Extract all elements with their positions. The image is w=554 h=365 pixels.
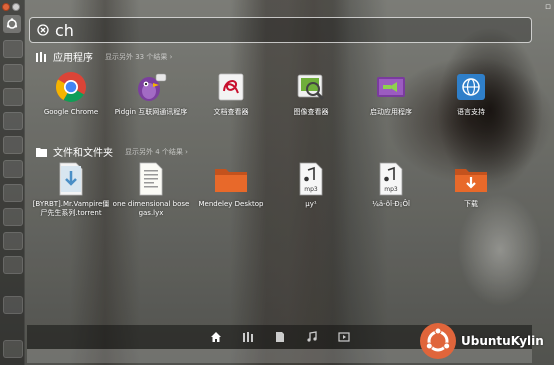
launcher-item[interactable] [3,296,23,314]
launcher-item[interactable] [3,208,23,226]
file-tile-mendeley-folder[interactable]: Mendeley Desktop [191,162,271,218]
file-label: 下载 [464,200,478,208]
launcher-item[interactable] [3,160,23,178]
app-tile-image-viewer[interactable]: 图像查看器 [271,70,351,117]
ubuntukylin-logo-icon [420,323,456,359]
language-support-icon [454,70,488,104]
video-lens-icon[interactable] [336,329,352,345]
files-section-header: 文件和文件夹 显示另外 4 个结果 › [36,144,188,159]
applications-section-title: 应用程序 [53,53,93,64]
app-label: 文档查看器 [213,108,249,116]
home-lens-icon[interactable] [208,329,224,345]
music-lens-icon[interactable] [304,329,320,345]
launcher-item[interactable] [3,136,23,154]
applications-category-icon [36,51,46,62]
window-controls [2,3,20,11]
files-category-icon [36,147,47,157]
trash-launcher-item[interactable] [3,340,23,358]
chrome-icon [54,70,88,104]
app-tile-startup-applications[interactable]: 启动应用程序 [351,70,431,117]
file-label: Mendeley Desktop [198,200,264,208]
file-tile-torrent[interactable]: [BYRBT].Mr.Vampire僵尸先生系列.torrent [31,162,111,218]
app-tile-pidgin[interactable]: Pidgin 互联网通讯程序 [111,70,191,117]
file-tile-downloads-folder[interactable]: 下载 [431,162,511,218]
torrent-file-icon [54,162,88,196]
launcher-item[interactable] [3,112,23,130]
file-tile-mp3-1[interactable]: mp3 µy¹ [271,162,351,218]
app-tile-google-chrome[interactable]: Google Chrome [31,70,111,117]
applications-show-more-link[interactable]: 显示另外 33 个结果 › [105,52,172,62]
pidgin-icon [134,70,168,104]
launcher-item[interactable] [3,232,23,250]
file-tile-lyx-document[interactable]: one dimensional bose gas.lyx [111,162,191,218]
launcher-item[interactable] [3,40,23,58]
ubuntu-logo-icon [6,18,18,29]
clear-search-icon[interactable] [37,24,49,36]
launcher-item[interactable] [3,184,23,202]
image-viewer-icon [294,70,328,104]
files-lens-icon[interactable] [272,329,288,345]
app-label: Pidgin 互联网通讯程序 [114,108,188,116]
launcher-item[interactable] [3,64,23,82]
downloads-folder-icon [454,162,488,196]
file-tile-mp3-2[interactable]: mp3 ¼ä-õî·Ð¡Ôî [351,162,431,218]
document-viewer-icon [214,70,248,104]
close-window-button[interactable] [2,3,10,11]
app-tile-document-viewer[interactable]: 文档查看器 [191,70,271,117]
minimize-window-button[interactable] [12,3,20,11]
folder-icon [214,162,248,196]
file-label: one dimensional bose gas.lyx [112,200,190,217]
applications-grid: Google Chrome Pidgin 互联网通讯程序 文档查看器 图像查看器… [31,70,531,117]
files-section-title: 文件和文件夹 [53,148,113,159]
file-label: ¼ä-õî·Ð¡Ôî [372,200,410,208]
applications-section-header: 应用程序 显示另外 33 个结果 › [36,49,172,64]
svg-text:mp3: mp3 [384,186,398,193]
dash-resize-handle[interactable]: ▫ [545,2,551,12]
lyx-document-icon [134,162,168,196]
applications-lens-icon[interactable] [240,329,256,345]
app-label: Google Chrome [43,108,99,116]
launcher-item[interactable] [3,256,23,274]
svg-text:mp3: mp3 [304,186,318,193]
startup-apps-icon [374,70,408,104]
app-label: 语言支持 [457,108,485,116]
app-label: 启动应用程序 [370,108,412,116]
dash-home-button[interactable] [3,15,21,33]
watermark-text: UbuntuKylin [461,334,544,348]
files-show-more-link[interactable]: 显示另外 4 个结果 › [125,147,188,157]
file-label: [BYRBT].Mr.Vampire僵尸先生系列.torrent [32,200,110,217]
dash-search-bar[interactable] [29,17,532,43]
app-tile-language-support[interactable]: 语言支持 [431,70,511,117]
launcher [0,0,25,365]
app-label: 图像查看器 [293,108,329,116]
mp3-file-icon: mp3 [294,162,328,196]
mp3-file-icon: mp3 [374,162,408,196]
launcher-item[interactable] [3,88,23,106]
search-input[interactable] [49,20,515,40]
file-label: µy¹ [305,200,317,208]
ubuntukylin-watermark: UbuntuKylin [419,322,544,360]
files-grid: [BYRBT].Mr.Vampire僵尸先生系列.torrent one dim… [31,162,531,218]
